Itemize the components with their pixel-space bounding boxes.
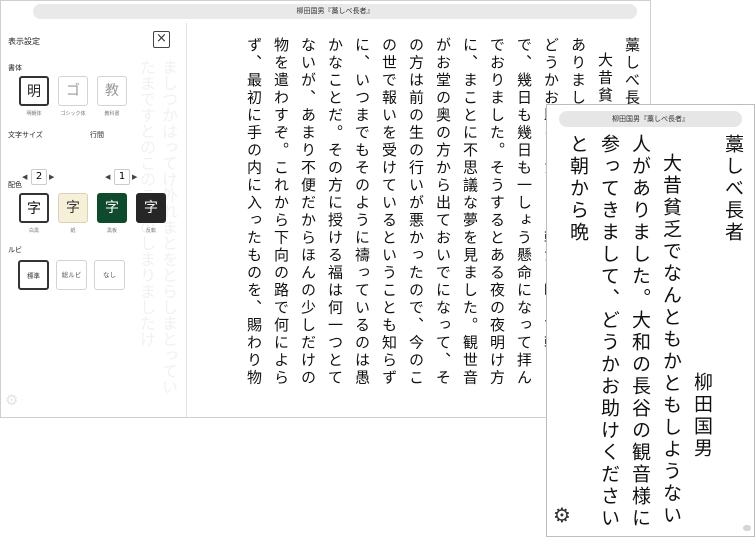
font-size-value: 2 — [31, 169, 47, 185]
line-spacing-value: 1 — [114, 169, 130, 185]
settings-gear-icon[interactable]: ⚙ — [553, 503, 571, 527]
work-body: 大昔貧乏でなんともかともしようない人がありました。大和の長谷の観音様に参ってきま… — [567, 134, 682, 530]
color-caption-paper: 紙 — [70, 228, 76, 234]
font-option-gothic[interactable]: ゴ — [58, 76, 88, 106]
line-spacing-decrease-button[interactable]: ◀ — [105, 173, 110, 181]
phone-window-title: 柳田国男『藁しべ長者』 — [559, 111, 742, 127]
color-caption-blackboard: 黒板 — [106, 228, 117, 234]
color-option-white-black[interactable]: 字 — [19, 193, 49, 223]
ruby-section-label: ルビ — [8, 246, 22, 254]
color-option-blackboard[interactable]: 字 — [97, 193, 127, 223]
work-title: 藁しべ長者 — [722, 134, 744, 244]
color-option-paper[interactable]: 字 — [58, 193, 88, 223]
close-button[interactable]: × — [153, 31, 170, 48]
text-paragraph: どうかお助けくださいと朝から晩まで朝まで、幾日も幾日も一しょう懸命になって拝んで… — [245, 37, 560, 387]
font-caption-mincho: 明朝体 — [26, 111, 42, 117]
font-size-increase-button[interactable]: ▶ — [49, 173, 54, 181]
color-caption-inverted: 反転 — [145, 228, 156, 234]
line-spacing-increase-button[interactable]: ▶ — [132, 173, 137, 181]
phone-reader-window: 柳田国男『藁しべ長者』 藁しべ長者 柳田国男 大昔貧乏でなんともかともしようない… — [546, 104, 755, 537]
ruby-option-standard[interactable]: 標準 — [18, 260, 49, 290]
font-option-mincho[interactable]: 明 — [19, 76, 49, 106]
color-caption-white-black: 白黒 — [28, 228, 39, 234]
line-spacing-label: 行間 — [90, 131, 104, 139]
font-section-label: 書体 — [8, 64, 22, 72]
font-size-label: 文字サイズ — [8, 131, 43, 139]
font-caption-gothic: ゴシック体 — [60, 111, 86, 117]
color-section-label: 配色 — [8, 181, 22, 189]
font-caption-textbook: 教科書 — [104, 111, 120, 117]
close-icon: × — [156, 31, 167, 46]
font-option-textbook[interactable]: 教 — [97, 76, 127, 106]
phone-vertical-text: 藁しべ長者 柳田国男 大昔貧乏でなんともかともしようない人がありました。大和の長… — [555, 132, 748, 532]
ruby-option-none[interactable]: なし — [94, 260, 125, 290]
font-size-decrease-button[interactable]: ◀ — [22, 173, 27, 181]
gear-icon[interactable]: ⚙ — [5, 391, 18, 409]
work-author: 柳田国男 — [691, 372, 713, 460]
window-title: 柳田国男『藁しべ長者』 — [33, 4, 637, 19]
color-option-inverted[interactable]: 字 — [136, 193, 166, 223]
display-settings-panel: ましつかはってけ外れまとをとらしまとっていたまですとのこのこうのしまりましたけ … — [1, 23, 187, 417]
ruby-option-full[interactable]: 総ルビ — [56, 260, 87, 290]
panel-title: 表示設定 — [8, 37, 40, 46]
scrollbar[interactable] — [743, 525, 751, 531]
